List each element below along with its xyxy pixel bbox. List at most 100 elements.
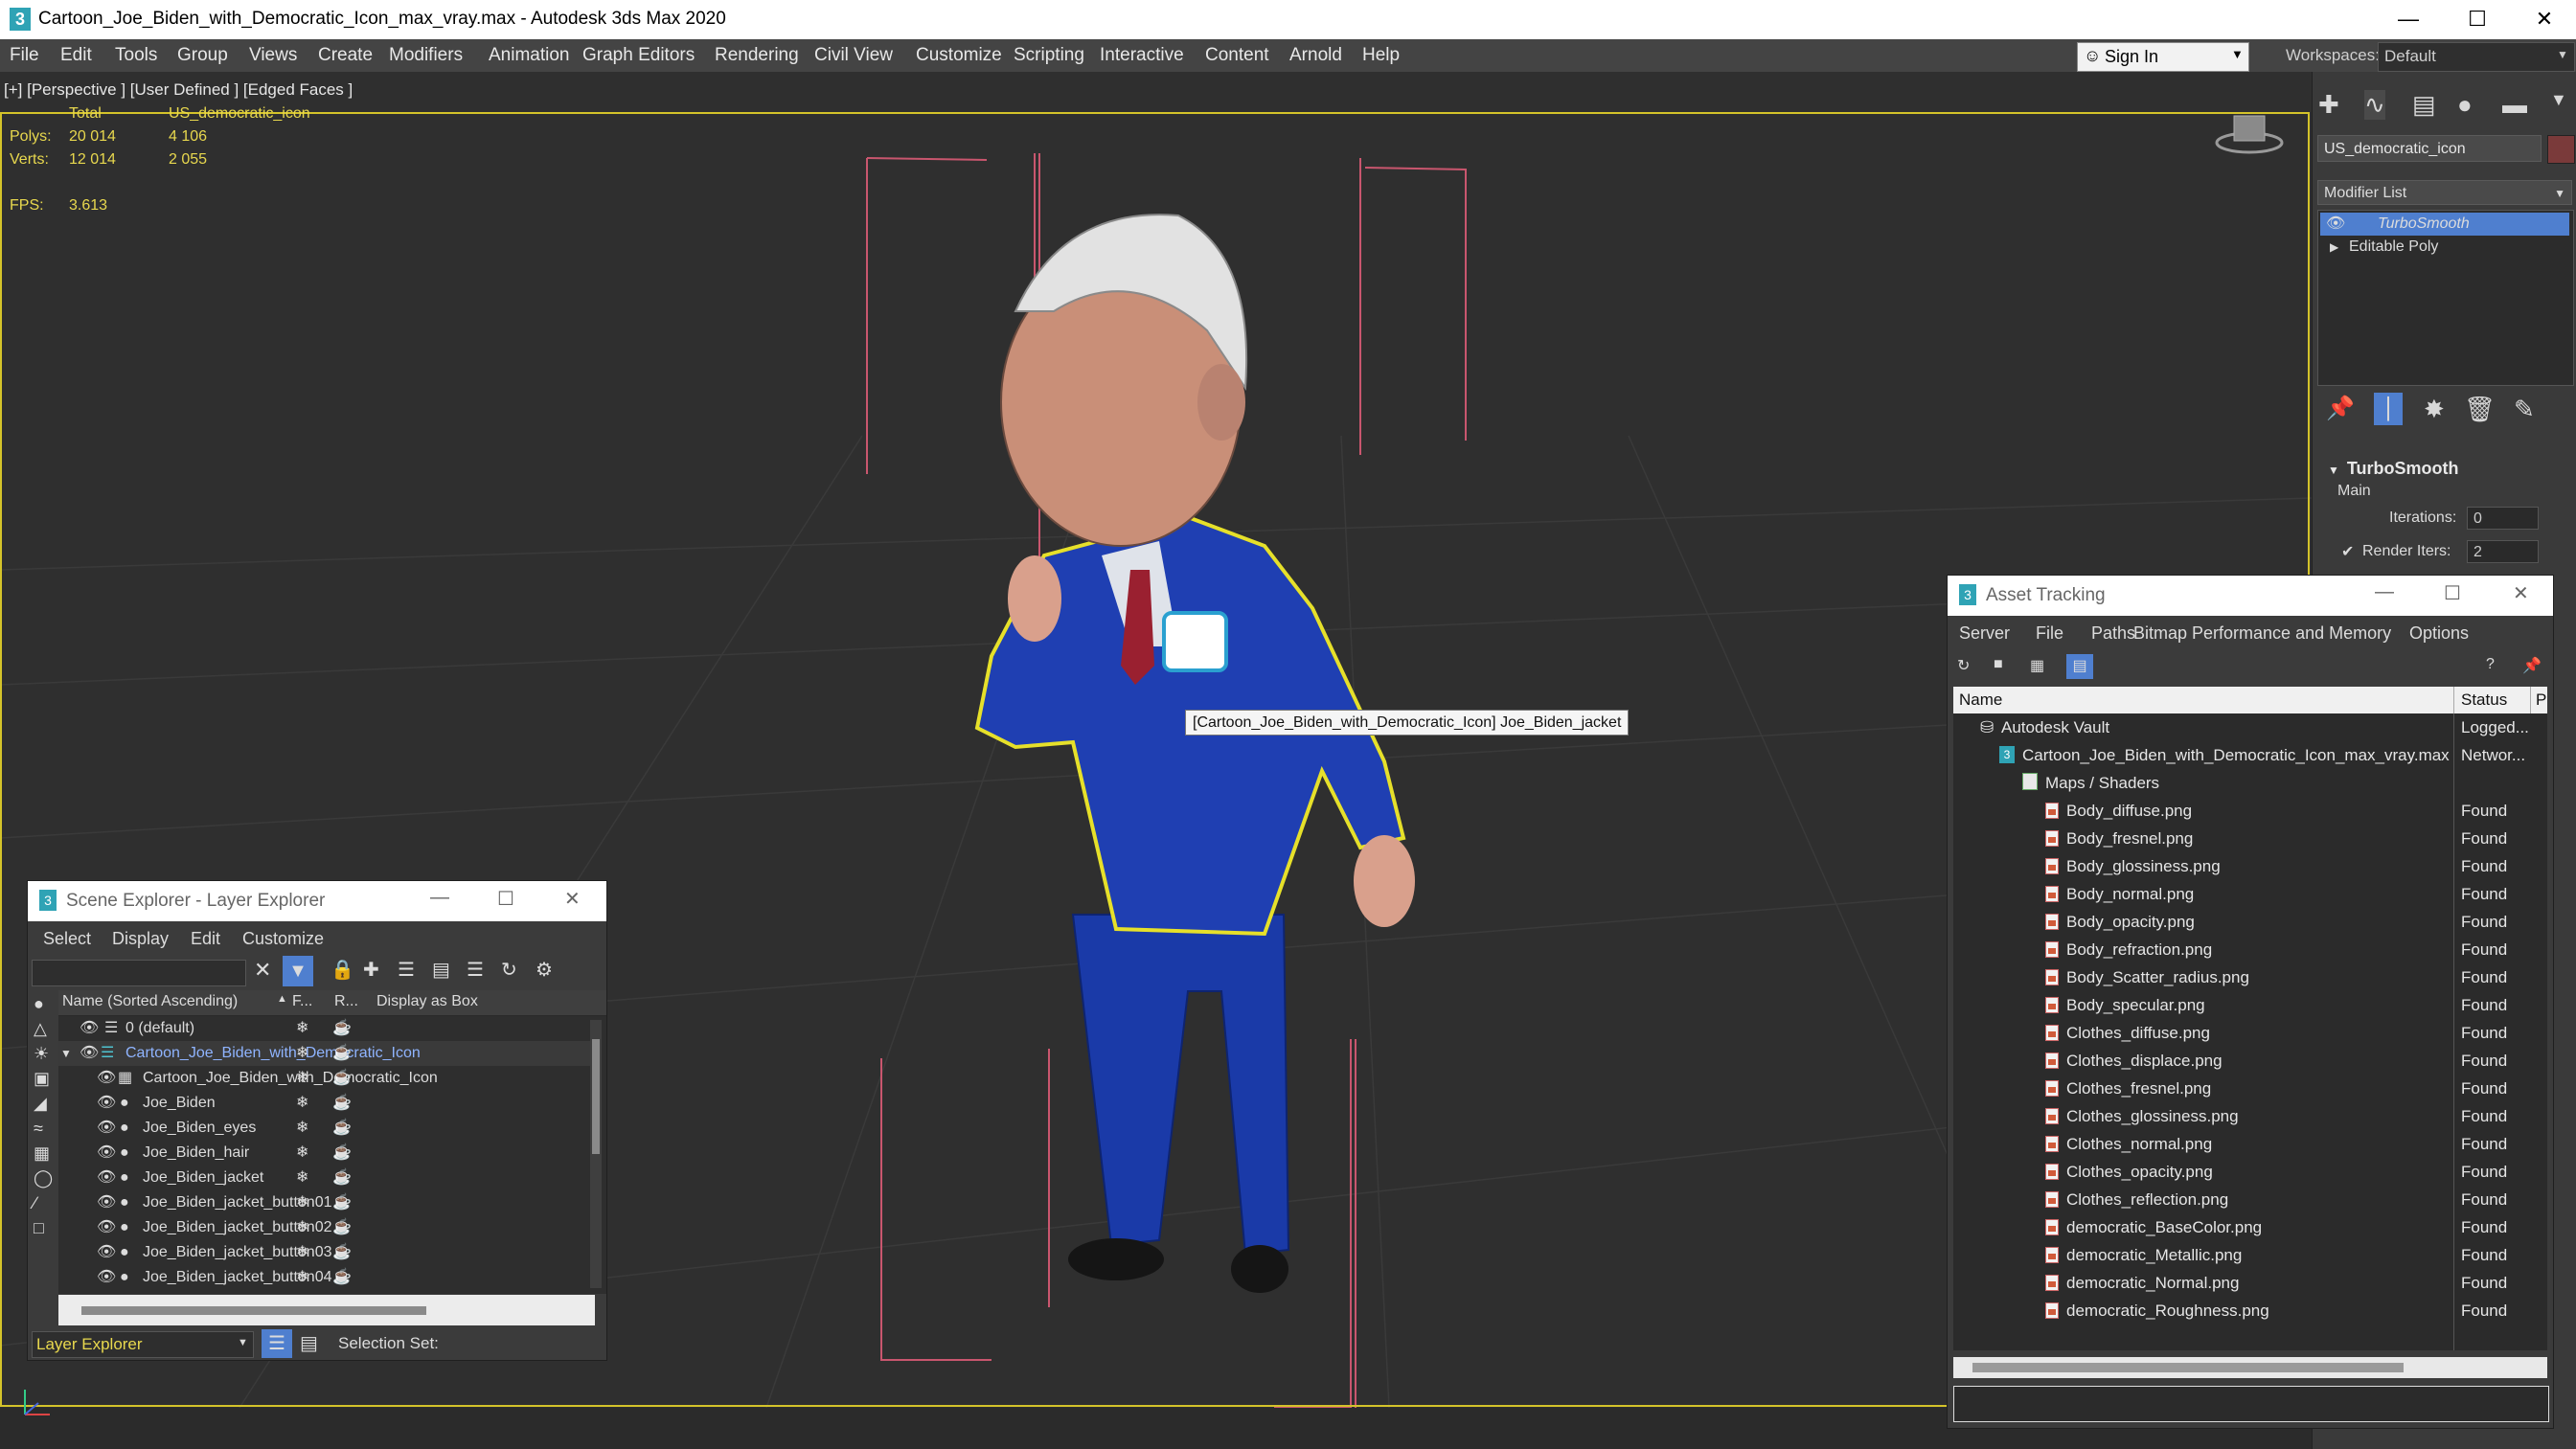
menu-options[interactable]: Options — [2409, 623, 2469, 644]
render-teapot-icon[interactable]: ☕ — [332, 1091, 352, 1116]
column-name[interactable]: Name — [1959, 691, 2002, 710]
menu-animation[interactable]: Animation — [489, 45, 570, 66]
geometry-filter-icon[interactable]: ● — [34, 994, 44, 1014]
menu-modifiers[interactable]: Modifiers — [389, 45, 463, 66]
menu-content[interactable]: Content — [1205, 45, 1269, 66]
clear-search-icon[interactable]: ✕ — [254, 958, 271, 983]
tree-row[interactable]: 👁 ● Joe_Biden_jacket_button01 ❄ ☕ — [58, 1190, 595, 1215]
viewcube-icon[interactable] — [2215, 110, 2284, 156]
minimize-button[interactable]: — — [2380, 4, 2437, 34]
menu-customize[interactable]: Customize — [916, 45, 1002, 66]
asset-row[interactable]: Body_glossiness.png Found — [1953, 852, 2547, 880]
eye-icon[interactable]: 👁 — [2326, 213, 2345, 236]
render-teapot-icon[interactable]: ☕ — [332, 1041, 352, 1066]
render-iters-checkbox[interactable]: ✔ — [2341, 542, 2354, 561]
render-teapot-icon[interactable]: ☕ — [332, 1240, 352, 1265]
freeze-icon[interactable]: ❄ — [296, 1215, 308, 1240]
eye-icon[interactable]: 👁 — [97, 1190, 116, 1215]
asset-row[interactable]: Clothes_displace.png Found — [1953, 1047, 2547, 1075]
object-color-swatch[interactable] — [2547, 135, 2575, 164]
menu-create[interactable]: Create — [318, 45, 373, 66]
asset-row[interactable]: Body_diffuse.png Found — [1953, 797, 2547, 825]
iterations-spinner[interactable]: 0 — [2467, 507, 2539, 530]
freeze-icon[interactable]: ❄ — [296, 1265, 308, 1290]
close-window-button[interactable]: ✕ — [2516, 4, 2573, 34]
tree-row[interactable]: 👁 ☰ 0 (default) ❄ ☕ — [58, 1016, 595, 1041]
freeze-icon[interactable]: ❄ — [296, 1240, 308, 1265]
column-divider[interactable] — [2530, 687, 2531, 713]
asset-row[interactable]: Body_normal.png Found — [1953, 880, 2547, 908]
maximize-button[interactable]: ☐ — [2444, 581, 2461, 605]
remove-modifier-icon[interactable]: 🗑 — [2464, 395, 2496, 424]
settings-icon[interactable]: ⚙ — [536, 958, 553, 982]
asset-tracking-titlebar[interactable]: 3 Asset Tracking — ☐ ✕ — [1948, 576, 2553, 616]
viewport-label-menu[interactable]: [+] [Perspective ] [User Defined ] [Edge… — [4, 80, 353, 100]
freeze-icon[interactable]: ❄ — [296, 1166, 308, 1190]
asset-row[interactable]: Clothes_fresnel.png Found — [1953, 1075, 2547, 1102]
scrollbar-thumb[interactable] — [1972, 1363, 2404, 1372]
close-button[interactable]: ✕ — [564, 887, 581, 911]
freeze-icon[interactable]: ❄ — [296, 1091, 308, 1116]
create-tab-icon[interactable]: ✚ — [2318, 90, 2339, 120]
shapes-filter-icon[interactable]: △ — [34, 1019, 47, 1039]
hierarchy-tab-icon[interactable]: ▤ — [2412, 90, 2436, 120]
menu-scripting[interactable]: Scripting — [1014, 45, 1084, 66]
freeze-icon[interactable]: ❄ — [296, 1116, 308, 1141]
menu-select[interactable]: Select — [43, 929, 91, 949]
asset-row[interactable]: 3 Cartoon_Joe_Biden_with_Democratic_Icon… — [1953, 741, 2547, 769]
cameras-filter-icon[interactable]: ▣ — [34, 1069, 50, 1089]
turbosmooth-rollout-title[interactable]: ▼ TurboSmooth — [2328, 459, 2459, 479]
render-teapot-icon[interactable]: ☕ — [332, 1265, 352, 1290]
menu-group[interactable]: Group — [177, 45, 228, 66]
tree-vertical-scrollbar[interactable] — [590, 1020, 602, 1288]
render-teapot-icon[interactable]: ☕ — [332, 1215, 352, 1240]
column-status[interactable]: Status — [2461, 691, 2507, 710]
render-teapot-icon[interactable]: ☕ — [332, 1116, 352, 1141]
menu-server[interactable]: Server — [1959, 623, 2010, 644]
eye-icon[interactable]: 👁 — [97, 1066, 116, 1091]
refresh-icon[interactable]: ↻ — [1957, 656, 1970, 675]
column-display-as-box[interactable]: Display as Box — [376, 993, 606, 1010]
render-iters-spinner[interactable]: 2 — [2467, 540, 2539, 563]
containers-filter-icon[interactable]: □ — [34, 1218, 44, 1238]
filter-icon[interactable]: ▼ — [283, 956, 313, 986]
asset-row[interactable]: Body_refraction.png Found — [1953, 936, 2547, 963]
modifier-list-dropdown[interactable]: Modifier List ▼ — [2317, 180, 2572, 205]
eye-icon[interactable]: 👁 — [97, 1265, 116, 1290]
menu-file[interactable]: File — [2036, 623, 2063, 644]
pin-stack-icon[interactable]: 📌 — [2326, 395, 2355, 422]
stack-item-editable-poly[interactable]: ▶ Editable Poly — [2320, 236, 2569, 259]
collapse-arrow-icon[interactable]: ▼ — [60, 1041, 72, 1066]
asset-row[interactable]: democratic_Normal.png Found — [1953, 1269, 2547, 1297]
layers-icon[interactable]: ☰ — [467, 958, 484, 982]
menu-file[interactable]: File — [10, 45, 39, 66]
menu-arnold[interactable]: Arnold — [1289, 45, 1342, 66]
menu-display[interactable]: Display — [112, 929, 169, 949]
utilities-tab-icon[interactable]: ▼ — [2550, 90, 2567, 110]
scene-explorer-titlebar[interactable]: 3 Scene Explorer - Layer Explorer — ☐ ✕ — [28, 881, 606, 921]
column-frozen[interactable]: F... — [292, 993, 312, 1010]
eye-icon[interactable]: 👁 — [80, 1016, 99, 1041]
menu-customize[interactable]: Customize — [242, 929, 324, 949]
render-teapot-icon[interactable]: ☕ — [332, 1141, 352, 1166]
layers-toggle-icon[interactable]: ☰ — [262, 1329, 292, 1358]
table-view-icon[interactable]: ▤ — [2066, 654, 2093, 679]
column-name[interactable]: Name (Sorted Ascending) — [62, 993, 238, 1010]
menu-rendering[interactable]: Rendering — [715, 45, 799, 66]
eye-icon[interactable]: 👁 — [97, 1091, 116, 1116]
hierarchy-toggle-icon[interactable]: ▤ — [300, 1331, 318, 1355]
freeze-icon[interactable]: ❄ — [296, 1041, 308, 1066]
scene-search-input[interactable] — [32, 960, 246, 986]
sync-selection-icon[interactable]: ↻ — [501, 958, 517, 982]
xrefs-filter-icon[interactable]: ◯ — [34, 1168, 53, 1189]
asset-row[interactable]: ⛁ Autodesk Vault Logged... — [1953, 713, 2547, 741]
asset-row[interactable]: Clothes_diffuse.png Found — [1953, 1019, 2547, 1047]
asset-row[interactable]: Body_fresnel.png Found — [1953, 825, 2547, 852]
menu-edit[interactable]: Edit — [60, 45, 92, 66]
asset-row[interactable]: Body_Scatter_radius.png Found — [1953, 963, 2547, 991]
column-full-path[interactable]: P — [2536, 691, 2546, 710]
asset-row[interactable]: Body_specular.png Found — [1953, 991, 2547, 1019]
render-teapot-icon[interactable]: ☕ — [332, 1190, 352, 1215]
lock-icon[interactable]: 🔒 — [331, 958, 354, 982]
tree-row[interactable]: 👁 ▦ Cartoon_Joe_Biden_with_Democratic_Ic… — [58, 1066, 595, 1091]
